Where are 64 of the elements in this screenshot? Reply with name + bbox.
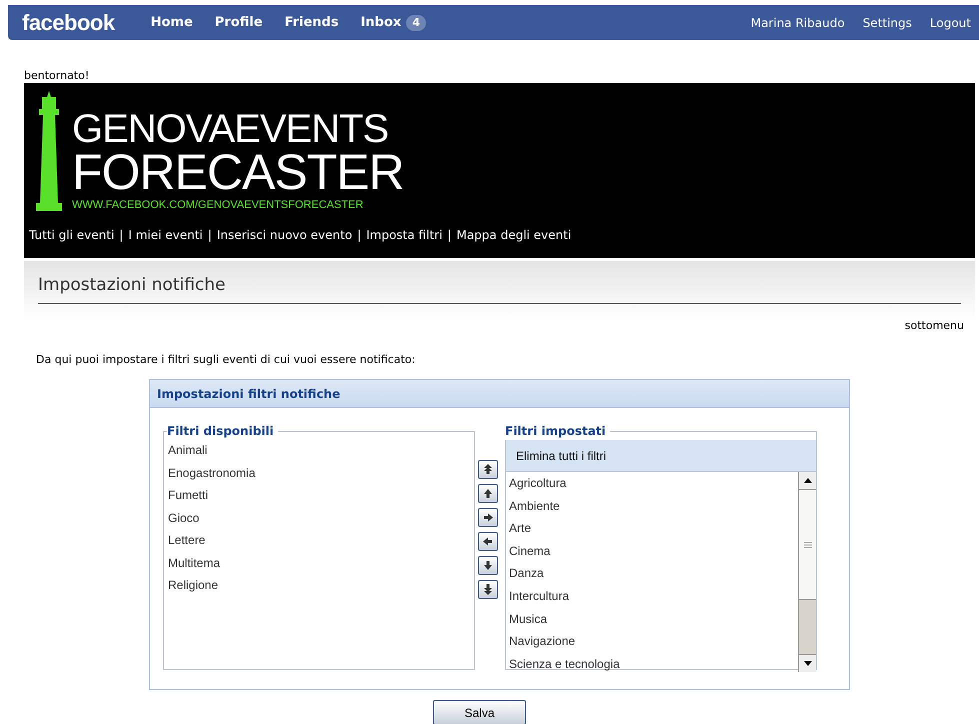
- list-item[interactable]: Navigazione: [509, 630, 798, 653]
- nav-link[interactable]: Logout: [930, 14, 971, 32]
- nav-link[interactable]: Home: [150, 12, 193, 32]
- list-item[interactable]: Enogastronomia: [168, 462, 474, 485]
- banner-menu-link[interactable]: Imposta filtri: [366, 226, 442, 244]
- list-item[interactable]: Scienza e tecnologia: [509, 652, 798, 672]
- transfer-button[interactable]: [478, 556, 498, 575]
- right-arrow-icon: [482, 511, 494, 524]
- banner-url: WWW.FACEBOOK.COM/GENOVAEVENTSFORECASTER: [72, 200, 364, 211]
- nav-link[interactable]: Inbox 4: [360, 12, 426, 32]
- transfer-button[interactable]: [478, 532, 498, 551]
- up-arrow-icon: [804, 478, 812, 483]
- list-item[interactable]: Intercultura: [509, 584, 798, 608]
- up-arrow-icon: [482, 487, 494, 500]
- up-arrow-icon: [482, 463, 494, 476]
- list-item[interactable]: Musica: [509, 608, 798, 630]
- intro-text: Da qui puoi impostare i filtri sugli eventi di cui vuoi essere notificato:: [36, 352, 416, 368]
- banner-menu-link[interactable]: Tutti gli eventi: [29, 226, 114, 244]
- save-button[interactable]: Salva: [433, 700, 526, 724]
- list-item[interactable]: Ambiente: [509, 494, 798, 518]
- nav-link[interactable]: Profile: [214, 12, 263, 32]
- list-item[interactable]: Arte: [509, 517, 798, 540]
- nav-link[interactable]: Friends: [284, 12, 339, 32]
- lighthouse-icon: [34, 91, 64, 211]
- grip-icon: [804, 542, 812, 548]
- banner-menu-link[interactable]: Inserisci nuovo evento: [216, 226, 352, 244]
- list-item[interactable]: Animali: [168, 440, 474, 462]
- list-item[interactable]: Lettere: [168, 530, 474, 552]
- nav-link[interactable]: Settings: [862, 14, 912, 32]
- down-arrow-icon: [482, 559, 494, 572]
- greeting-text: bentornato!: [24, 69, 90, 83]
- menu-separator: |: [357, 227, 362, 244]
- count-badge: 4: [406, 14, 426, 30]
- nav-link[interactable]: Marina Ribaudo: [750, 14, 845, 32]
- transfer-button[interactable]: [478, 460, 498, 479]
- scrollbar-thumb[interactable]: [799, 490, 816, 600]
- submenu-link[interactable]: sottomenu: [904, 318, 964, 334]
- banner-title: GENOVAEVENTS: [72, 109, 390, 149]
- list-item[interactable]: Multitema: [168, 552, 474, 575]
- banner-menu-link[interactable]: I miei eventi: [128, 226, 203, 244]
- list-item[interactable]: Agricoltura: [509, 472, 798, 495]
- list-legend: Filtri impostati: [505, 422, 610, 440]
- clear-all-button[interactable]: Elimina tutti i filtri: [506, 440, 816, 471]
- transfer-button[interactable]: [478, 508, 498, 527]
- banner-title: FORECASTER: [72, 147, 404, 197]
- logo[interactable]: facebook: [22, 6, 115, 39]
- banner-menu-link[interactable]: Mappa degli eventi: [456, 226, 572, 244]
- list-item[interactable]: Danza: [509, 562, 798, 585]
- menu-separator: |: [447, 227, 452, 244]
- down-arrow-icon: [482, 583, 494, 596]
- section-title: Impostazioni notifiche: [38, 273, 961, 304]
- list-legend: Filtri disponibili: [167, 422, 278, 440]
- transfer-button[interactable]: [478, 484, 498, 503]
- scrollbar[interactable]: [798, 472, 816, 672]
- list-item[interactable]: Cinema: [509, 540, 798, 562]
- list-item[interactable]: Gioco: [168, 508, 474, 530]
- transfer-button[interactable]: [478, 580, 498, 599]
- panel-title: Impostazioni filtri notifiche: [150, 380, 849, 408]
- list-item[interactable]: Fumetti: [168, 485, 474, 508]
- list-item[interactable]: Religione: [168, 575, 474, 598]
- left-arrow-icon: [482, 535, 494, 548]
- down-arrow-icon: [804, 661, 812, 666]
- menu-separator: |: [208, 227, 212, 244]
- menu-separator: |: [119, 227, 124, 244]
